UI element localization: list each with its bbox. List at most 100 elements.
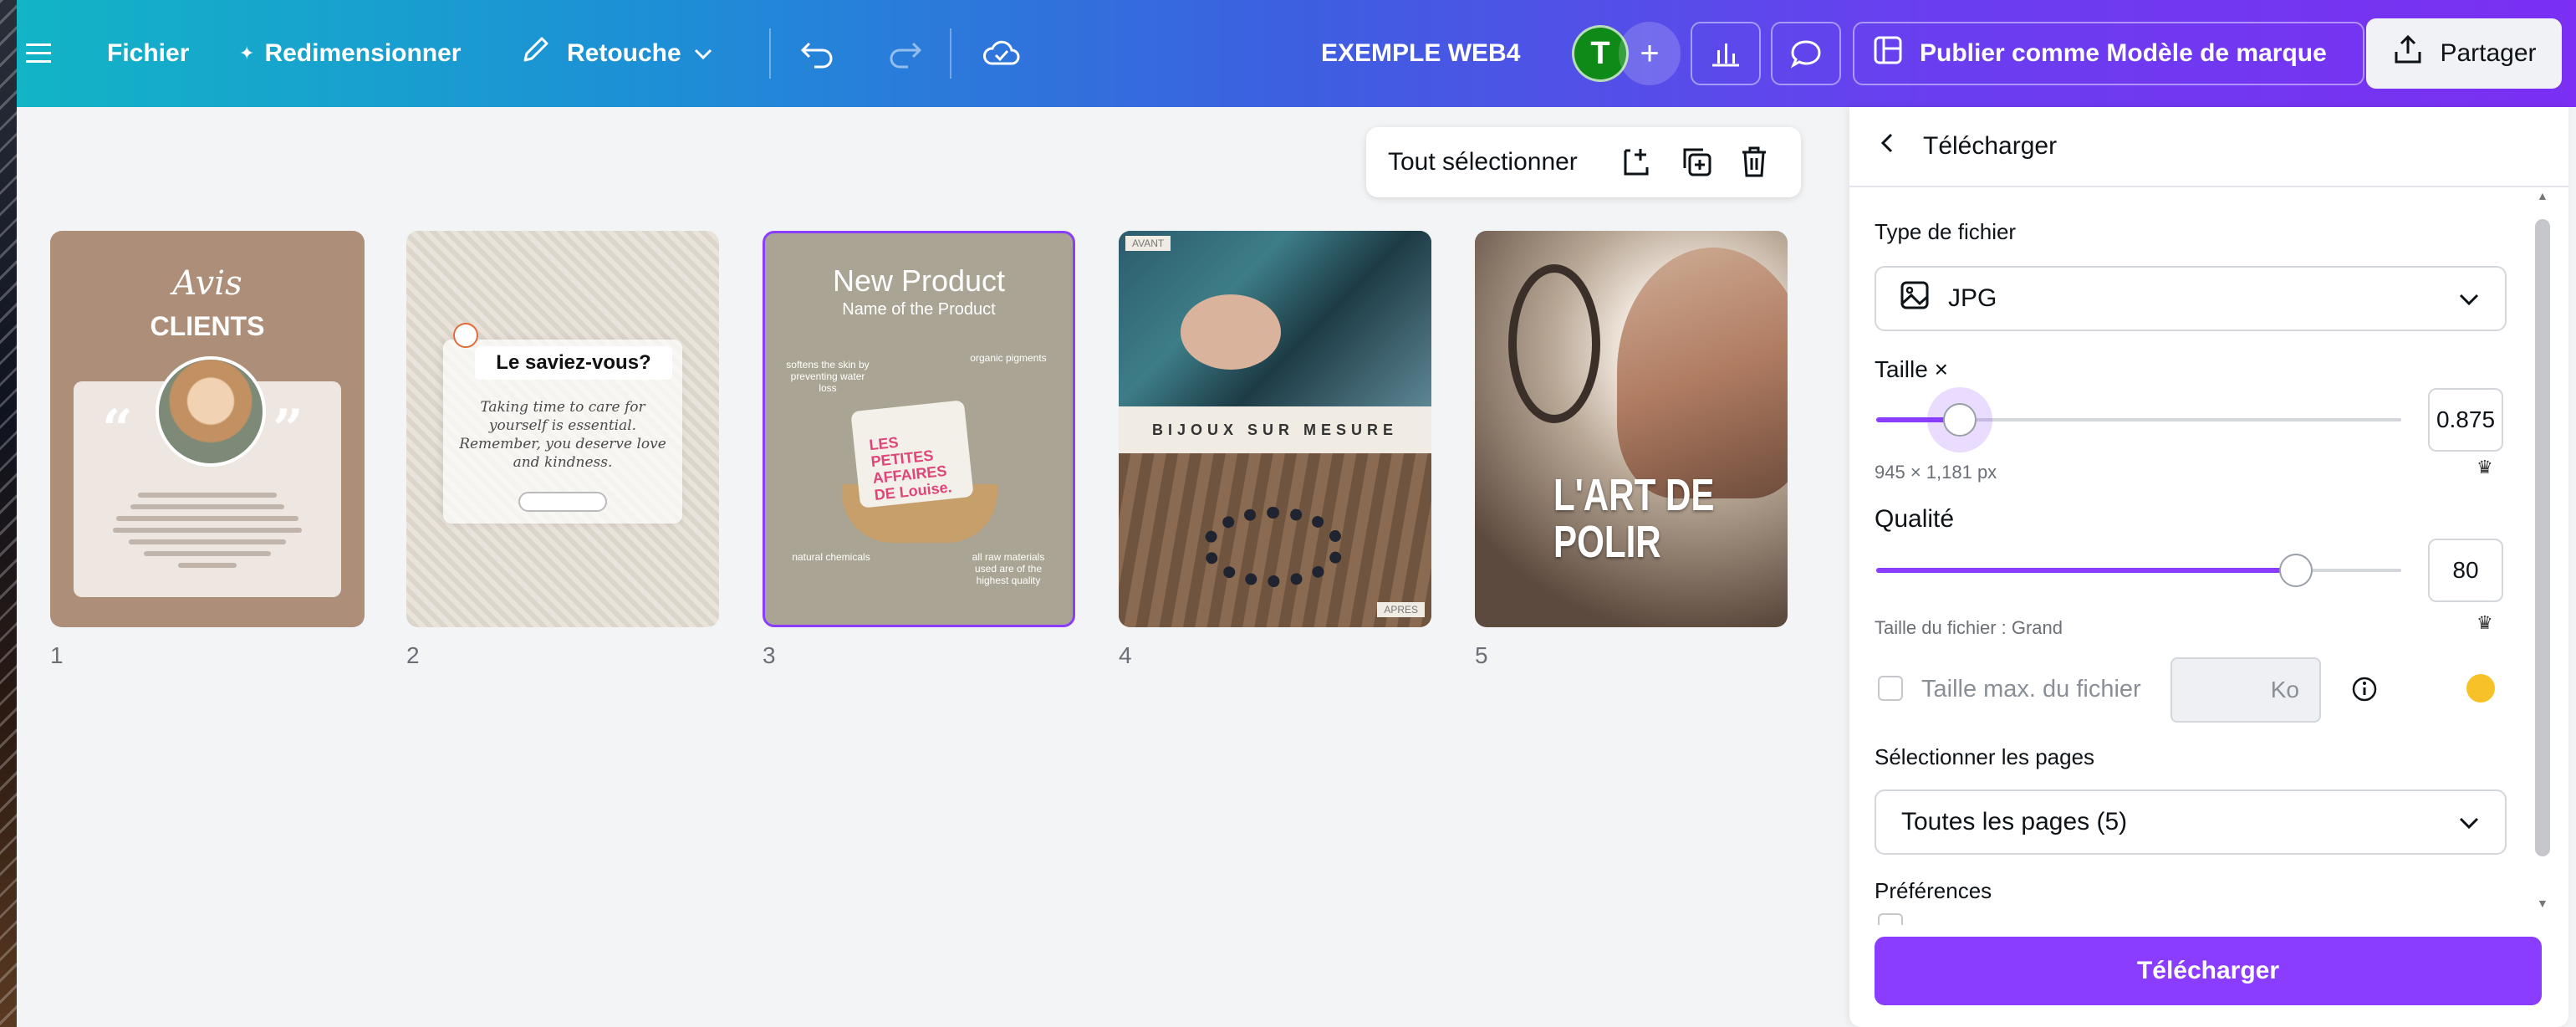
tip-body: Taking time to care for yourself is esse… <box>459 399 666 471</box>
share-button[interactable]: Partager <box>2366 18 2562 89</box>
page-thumbnail-3[interactable]: New Product Name of the Product softens … <box>763 231 1075 627</box>
max-size-input[interactable]: Ko <box>2170 657 2321 723</box>
testimonial-text <box>109 486 306 575</box>
banner-text: BIJOUX SUR MESURE <box>1119 406 1431 453</box>
overlay-title: L'ART DE POLIR <box>1553 472 1715 565</box>
hamburger-icon[interactable] <box>22 0 55 107</box>
cloud-saved-icon[interactable] <box>982 0 1022 107</box>
quality-value-input[interactable]: 80 <box>2428 539 2503 602</box>
file-type-value: JPG <box>1948 284 1997 312</box>
retouch-menu-label: Retouche <box>567 39 681 67</box>
avatar-letter: T <box>1590 35 1610 71</box>
redo-icon[interactable] <box>886 0 923 107</box>
artisan-photo <box>1617 248 1788 498</box>
pillow-text: LES PETITES AFFAIRES DE Louise. <box>868 433 953 503</box>
pages-select-value: Toutes les pages (5) <box>1901 808 2128 835</box>
sparkle-icon: ✦ <box>239 43 255 64</box>
add-collaborator-button[interactable]: + <box>1619 22 1681 85</box>
chevron-down-icon <box>693 39 713 68</box>
download-button[interactable]: Télécharger <box>1875 937 2542 1005</box>
publish-brand-template-button[interactable]: Publier comme Modèle de marque <box>1853 22 2364 85</box>
comments-button[interactable] <box>1771 22 1841 85</box>
quote-open-icon: “ <box>102 398 133 461</box>
image-icon <box>1900 280 1930 317</box>
scroll-down-icon[interactable]: ▼ <box>2537 897 2548 910</box>
product-tag: organic pigments <box>970 352 1047 364</box>
crown-icon: ♛ <box>2477 612 2493 633</box>
bracelet-shape <box>1202 507 1344 587</box>
page-thumbnail-2[interactable]: Le saviez-vous? Taking time to care for … <box>406 231 719 627</box>
product-tag: natural chemicals <box>792 551 870 563</box>
retouch-menu[interactable]: Retouche <box>518 0 713 107</box>
file-type-select[interactable]: JPG <box>1875 266 2507 331</box>
product-tag: softens the skin by preventing water los… <box>786 359 870 394</box>
duplicate-page-icon[interactable] <box>1677 142 1717 182</box>
product-tag: all raw materials used are of the highes… <box>972 551 1045 586</box>
thumbnail-script-title: Avis <box>172 264 242 303</box>
speech-bubble-icon <box>1790 40 1821 69</box>
max-size-unit: Ko <box>2270 677 2299 703</box>
design-title[interactable]: EXEMPLE WEB4 <box>1321 0 1520 107</box>
background-strip <box>0 0 17 1027</box>
add-page-icon[interactable] <box>1617 142 1657 182</box>
page-thumbnail-4[interactable]: AVANT BIJOUX SUR MESURE APRES <box>1119 231 1431 627</box>
bar-chart-icon <box>1712 43 1739 67</box>
overlay-title-line2: POLIR <box>1553 517 1661 567</box>
insights-button[interactable] <box>1691 22 1761 85</box>
quote-close-icon: ” <box>273 398 304 461</box>
page-number: 2 <box>406 642 420 668</box>
page-number: 4 <box>1119 642 1132 668</box>
page-number: 5 <box>1475 642 1488 668</box>
page-thumbnail-1[interactable]: Avis CLIENTS “ ” <box>50 231 365 627</box>
overlay-title-line1: L'ART DE <box>1553 470 1715 520</box>
trash-icon[interactable] <box>1734 142 1774 182</box>
max-size-label: Taille max. du fichier <box>1921 676 2141 703</box>
resize-menu[interactable]: ✦ Redimensionner <box>239 0 462 107</box>
max-size-checkbox[interactable] <box>1878 676 1903 701</box>
preferences-label: Préférences <box>1875 878 1992 903</box>
page-thumbnail-5[interactable]: L'ART DE POLIR <box>1475 231 1788 627</box>
resize-menu-label: Redimensionner <box>264 39 462 67</box>
page-number: 3 <box>763 642 776 668</box>
publish-label: Publier comme Modèle de marque <box>1920 39 2327 67</box>
file-type-label: Type de fichier <box>1875 219 2017 244</box>
thumbnail-title: CLIENTS <box>150 311 265 341</box>
lightbulb-icon <box>453 323 478 348</box>
page-selection-toolbar: Tout sélectionner <box>1366 127 1801 197</box>
polishing-tool-shape <box>1508 264 1600 423</box>
before-label: AVANT <box>1125 236 1171 251</box>
back-chevron-icon[interactable] <box>1880 132 1895 161</box>
select-pages-label: Sélectionner les pages <box>1875 744 2095 769</box>
template-icon <box>1873 35 1903 72</box>
product-subheading: Name of the Product <box>842 300 996 319</box>
size-value-input[interactable]: 0.875 <box>2428 388 2503 452</box>
client-photo <box>156 356 266 467</box>
toolbar-divider <box>950 28 951 79</box>
chevron-down-icon <box>2458 808 2480 836</box>
hand-shape <box>1181 294 1281 370</box>
pages-select[interactable]: Toutes les pages (5) <box>1875 789 2507 855</box>
undo-icon[interactable] <box>799 0 836 107</box>
quality-slider-fill <box>1876 568 2297 573</box>
preference-checkbox[interactable] <box>1878 913 1903 925</box>
chevron-down-icon <box>2458 284 2480 313</box>
info-icon[interactable] <box>2351 676 2378 707</box>
pillow-illustration: LES PETITES AFFAIRES DE Louise. <box>850 400 974 508</box>
design-title-text: EXEMPLE WEB4 <box>1321 39 1521 67</box>
panel-title: Télécharger <box>1923 132 2058 160</box>
plus-icon: + <box>1640 34 1660 72</box>
scroll-up-icon[interactable]: ▲ <box>2537 189 2548 202</box>
premium-crown-icon <box>2466 674 2495 703</box>
top-toolbar: Fichier ✦ Redimensionner Retouche EXEMPL… <box>17 0 2576 107</box>
toolbar-divider <box>769 28 771 79</box>
scrollbar-thumb[interactable] <box>2535 219 2550 856</box>
product-heading: New Product <box>832 263 1006 298</box>
crown-icon: ♛ <box>2477 457 2493 478</box>
size-label: Taille × <box>1875 356 1948 382</box>
file-size-estimate: Taille du fichier : Grand <box>1875 617 2063 638</box>
select-all-button[interactable]: Tout sélectionner <box>1388 148 1578 176</box>
pencil-icon <box>518 33 552 74</box>
file-menu-label: Fichier <box>107 39 190 67</box>
size-dimensions: 945 × 1,181 px <box>1875 462 1997 483</box>
file-menu[interactable]: Fichier <box>107 0 189 107</box>
